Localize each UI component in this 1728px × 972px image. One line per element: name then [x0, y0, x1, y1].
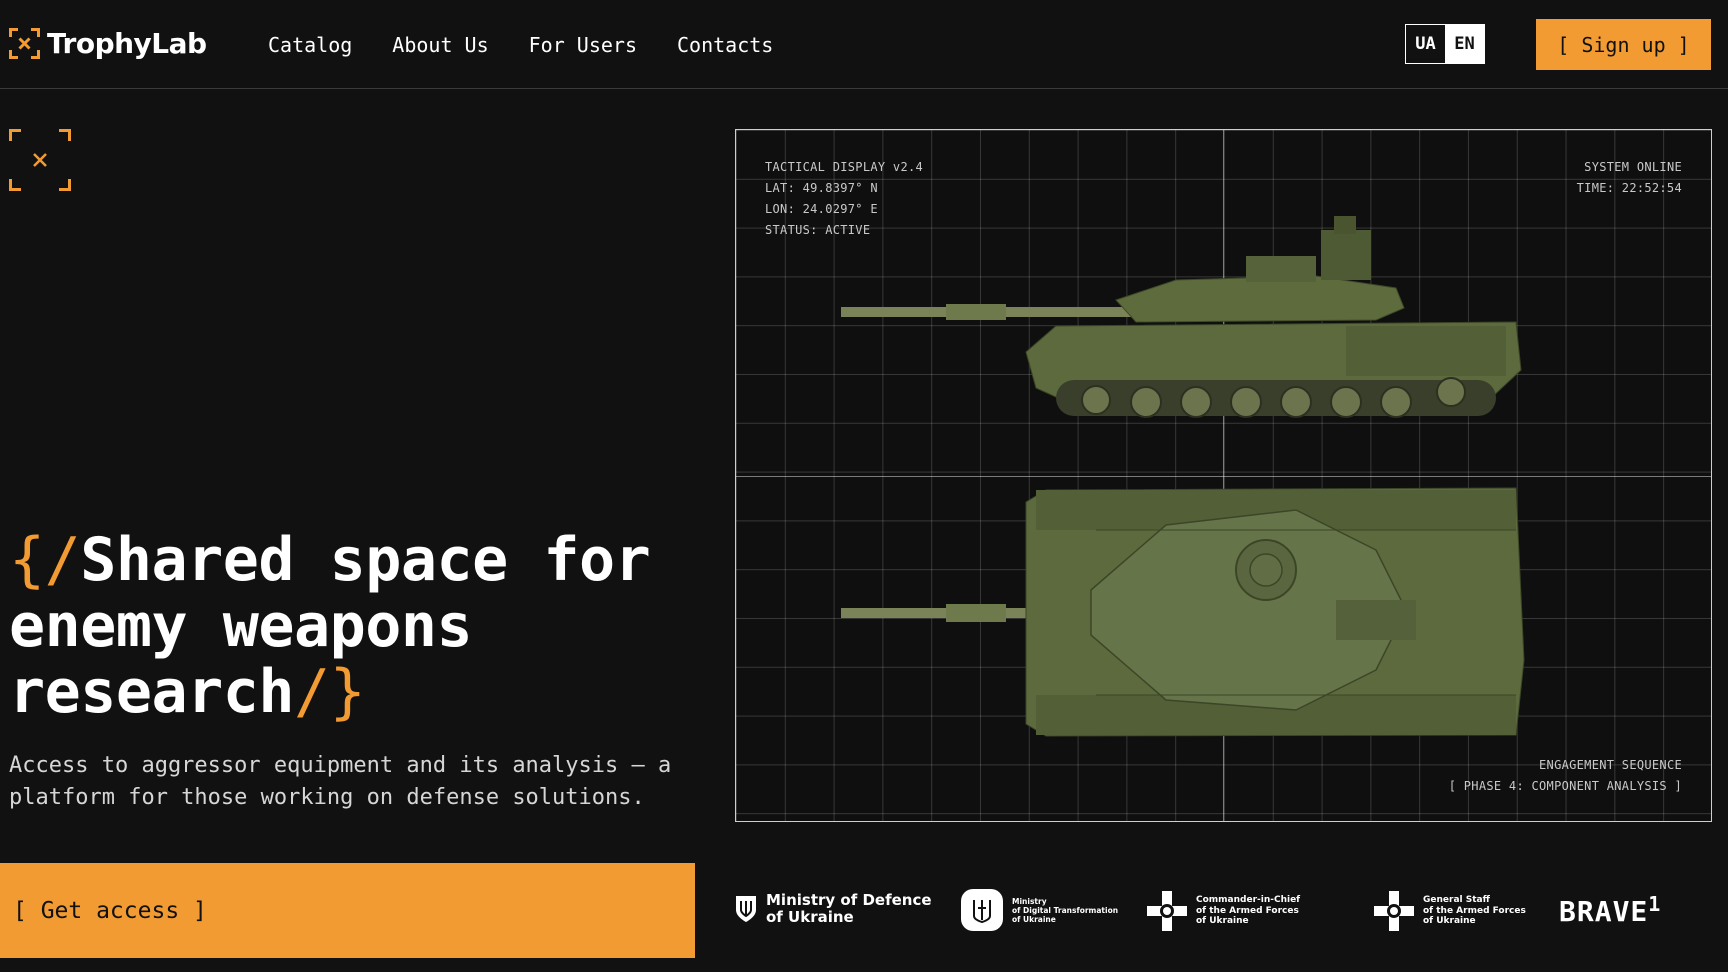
gs-line2: of the Armed Forces [1423, 905, 1526, 916]
main-nav: Catalog About Us For Users Contacts [268, 32, 813, 58]
partner-brave1[interactable]: BRAVE1 [1559, 892, 1661, 928]
hero-title: {/Shared space for enemy weapons researc… [9, 527, 709, 725]
partner-ministry-of-defence[interactable]: Ministry of Defence of Ukraine [735, 892, 932, 926]
tactical-display: TACTICAL DISPLAY v2.4 LAT: 49.8397° N LO… [735, 129, 1712, 822]
trident-badge-icon [961, 889, 1003, 931]
nav-contacts[interactable]: Contacts [677, 32, 773, 58]
cinc-line1: Commander-in-Chief [1196, 895, 1301, 906]
partner-ministry-digital[interactable]: Ministry of Digital Transformation of Uk… [960, 888, 1118, 932]
partner-commander-in-chief[interactable]: Commander-in-Chief of the Armed Forces o… [1145, 889, 1300, 933]
brave-text: BRAVE [1559, 895, 1649, 928]
gs-line3: of Ukraine [1423, 916, 1476, 927]
mod-line1: Ministry of Defence [766, 891, 932, 909]
title-open-brace: {/ [9, 525, 81, 595]
digital-line1: Ministry [1012, 896, 1047, 906]
mod-line2: of Ukraine [766, 908, 854, 926]
brave-sup: 1 [1648, 892, 1662, 916]
shield-icon [736, 896, 756, 922]
digital-line2: of Digital Transformation [1012, 905, 1119, 915]
hero-subtitle: Access to aggressor equipment and its an… [9, 753, 672, 810]
target-frame-icon [9, 129, 71, 191]
lang-ua-button[interactable]: UA [1406, 25, 1445, 63]
nav-for-users[interactable]: For Users [529, 32, 637, 58]
nav-catalog[interactable]: Catalog [268, 32, 352, 58]
cross-emblem-icon [1147, 891, 1187, 931]
language-switcher: UA EN [1405, 24, 1485, 64]
logo-text: TrophyLab [47, 27, 207, 60]
site-header: TrophyLab Catalog About Us For Users Con… [0, 0, 1728, 89]
signup-button[interactable]: [ Sign up ] [1536, 19, 1711, 70]
tank-top-view-image [841, 487, 1525, 737]
nav-about-us[interactable]: About Us [392, 32, 488, 58]
partner-general-staff[interactable]: General Staff of the Armed Forces of Ukr… [1372, 889, 1526, 933]
cross-emblem-icon [1374, 891, 1414, 931]
gs-line1: General Staff [1423, 895, 1490, 906]
cinc-line2: of the Armed Forces [1196, 905, 1299, 916]
get-access-button[interactable]: [ Get access ] [0, 863, 695, 958]
cinc-line3: of Ukraine [1196, 916, 1249, 927]
lang-en-button[interactable]: EN [1445, 25, 1484, 63]
digital-line3: of Ukraine [1012, 914, 1056, 924]
partners-bar: Ministry of Defence of Ukraine Ministry … [735, 880, 1712, 944]
title-close-brace: /} [293, 657, 366, 727]
logo[interactable]: TrophyLab [9, 27, 207, 60]
logo-mark-icon [9, 28, 40, 59]
